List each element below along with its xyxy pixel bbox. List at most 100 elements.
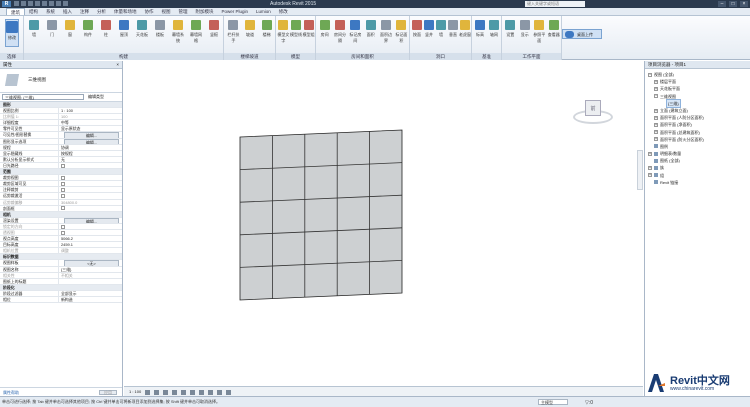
app-menu-button[interactable]: R (2, 1, 11, 7)
ribbon-button[interactable]: 墙 (435, 19, 447, 47)
property-value[interactable]: 全部显示 (58, 290, 122, 296)
close-button[interactable]: × (740, 1, 748, 7)
tree-item[interactable]: Revit 链接 (645, 179, 750, 186)
tree-item[interactable]: − 三维视图 (645, 93, 750, 100)
ribbon-button[interactable]: 设置 (503, 19, 517, 47)
ribbon-button[interactable]: 面积 (364, 19, 378, 47)
desktop-upload-button[interactable]: 桌面上传 (562, 29, 602, 39)
ribbon-button[interactable]: 垂直 (447, 19, 459, 47)
property-value[interactable]: 304800.0 (58, 199, 122, 205)
ribbon-button[interactable]: 按面 (411, 19, 423, 47)
curtain-wall[interactable] (239, 129, 403, 301)
save-icon[interactable] (21, 1, 26, 6)
property-value[interactable]: <无> (58, 260, 122, 266)
property-value[interactable]: 协调 (58, 144, 122, 150)
ribbon-button[interactable]: 构件 (81, 19, 95, 47)
property-value[interactable]: 不相关 (58, 272, 122, 278)
ribbon-tab[interactable]: 系统 (42, 8, 59, 15)
property-value[interactable] (58, 205, 122, 211)
curtain-wall-outline[interactable] (239, 129, 403, 301)
selection-filter[interactable]: ▽:0 (585, 398, 593, 407)
ribbon-button[interactable]: 模型线 (290, 19, 303, 47)
minimize-button[interactable]: – (718, 1, 726, 7)
tree-item[interactable]: + 明细表/数量 (645, 150, 750, 157)
ribbon-button[interactable]: 标高 (473, 19, 487, 47)
lock-view-icon[interactable] (208, 389, 214, 395)
tree-item[interactable]: + 组 (645, 172, 750, 179)
search-input[interactable]: 键入关键字或短语 (525, 1, 585, 7)
ribbon-button[interactable]: 查看器 (547, 19, 561, 47)
ribbon-button[interactable]: 房间 (318, 19, 332, 47)
property-value[interactable]: {三维} (58, 266, 122, 272)
ribbon-tab[interactable]: 插入 (59, 8, 76, 15)
ribbon-button[interactable]: 幕墙网格 (189, 19, 203, 47)
expand-icon[interactable]: + (654, 122, 658, 127)
property-value[interactable]: 5066.2 (58, 236, 122, 242)
tree-item[interactable]: 图纸 (全部) (645, 157, 750, 164)
property-edit-button[interactable]: 编辑... (64, 132, 119, 138)
ribbon-tab[interactable]: 建筑 (6, 8, 25, 15)
crop-view-icon[interactable] (190, 389, 196, 395)
ribbon-button[interactable]: 模型文字 (277, 19, 290, 47)
property-value[interactable]: 100 (58, 114, 122, 120)
scale-label[interactable]: 1 : 100 (129, 387, 141, 396)
ribbon-tab[interactable]: 修改 (275, 8, 292, 15)
expand-icon[interactable]: + (654, 130, 658, 135)
sun-path-icon[interactable] (163, 389, 169, 395)
expand-icon[interactable]: + (654, 86, 658, 91)
view-selector-dropdown[interactable]: 三维视图: {三维} (2, 94, 84, 100)
ribbon-button[interactable]: 显示 (518, 19, 532, 47)
property-edit-button[interactable]: 编辑... (64, 138, 119, 144)
3d-view-icon[interactable] (56, 1, 61, 6)
tree-item[interactable]: + 面积平面 (净面积) (645, 121, 750, 128)
ribbon-button[interactable]: 墙 (27, 19, 41, 47)
checkbox[interactable] (61, 224, 65, 229)
viewcube-face[interactable]: 前 (585, 100, 601, 116)
property-value[interactable]: 显示原状态 (58, 126, 122, 132)
property-value[interactable] (58, 162, 122, 169)
measure-icon[interactable] (49, 1, 54, 6)
maximize-button[interactable]: □ (729, 1, 737, 7)
ribbon-tab[interactable]: Power Plugin (218, 8, 253, 15)
tree-item[interactable]: − 视图 (全部) (645, 71, 750, 78)
checkbox[interactable] (61, 188, 65, 192)
edit-type-button[interactable]: 编辑类型 (88, 94, 104, 100)
property-value[interactable]: 中等 (58, 120, 122, 126)
property-value[interactable]: 2459.1 (58, 242, 122, 248)
property-value[interactable]: 按规程 (58, 150, 122, 156)
ribbon-button[interactable]: 门 (45, 19, 59, 47)
ribbon-button[interactable]: 楼梯 (260, 19, 274, 47)
checkbox[interactable] (61, 181, 65, 186)
ribbon-button[interactable]: 参照平面 (532, 19, 546, 47)
open-icon[interactable] (14, 1, 19, 6)
ribbon-button[interactable]: 修改 (5, 19, 19, 47)
property-value[interactable] (58, 223, 122, 229)
ribbon-button[interactable]: 轴网 (487, 19, 501, 47)
expand-icon[interactable]: + (654, 115, 658, 120)
expand-icon[interactable]: + (654, 137, 658, 142)
ribbon-button[interactable]: 竖梃 (207, 19, 221, 47)
ribbon-button[interactable]: 房间分隔 (333, 19, 347, 47)
ribbon-tab[interactable]: 分析 (93, 8, 110, 15)
collapse-icon[interactable]: − (648, 72, 652, 77)
tree-item[interactable]: 图例 (645, 143, 750, 150)
ribbon-tab[interactable]: 管理 (175, 8, 192, 15)
ribbon-button[interactable]: 楼板 (153, 19, 167, 47)
property-value[interactable]: 无 (58, 156, 122, 162)
navigation-bar[interactable] (637, 150, 643, 190)
apply-button[interactable]: 应用 (99, 390, 117, 395)
viewcube[interactable]: 前 (573, 96, 613, 132)
detail-level-icon[interactable] (145, 389, 151, 395)
visual-style-icon[interactable] (154, 389, 160, 395)
undo-icon[interactable] (28, 1, 33, 6)
ribbon-button[interactable]: 天花板 (135, 19, 149, 47)
tree-item[interactable]: + 族 (645, 164, 750, 171)
property-value[interactable]: 调整 (58, 248, 122, 254)
checkbox[interactable] (61, 206, 65, 211)
ribbon-tab[interactable]: Lumion (252, 8, 275, 15)
print-icon[interactable] (42, 1, 47, 6)
property-value[interactable]: 编辑... (58, 217, 122, 223)
ribbon-tab[interactable]: 协作 (141, 8, 158, 15)
tree-item[interactable]: + 面积平面 (防火分区面积) (645, 136, 750, 143)
collapse-icon[interactable]: − (654, 94, 658, 99)
